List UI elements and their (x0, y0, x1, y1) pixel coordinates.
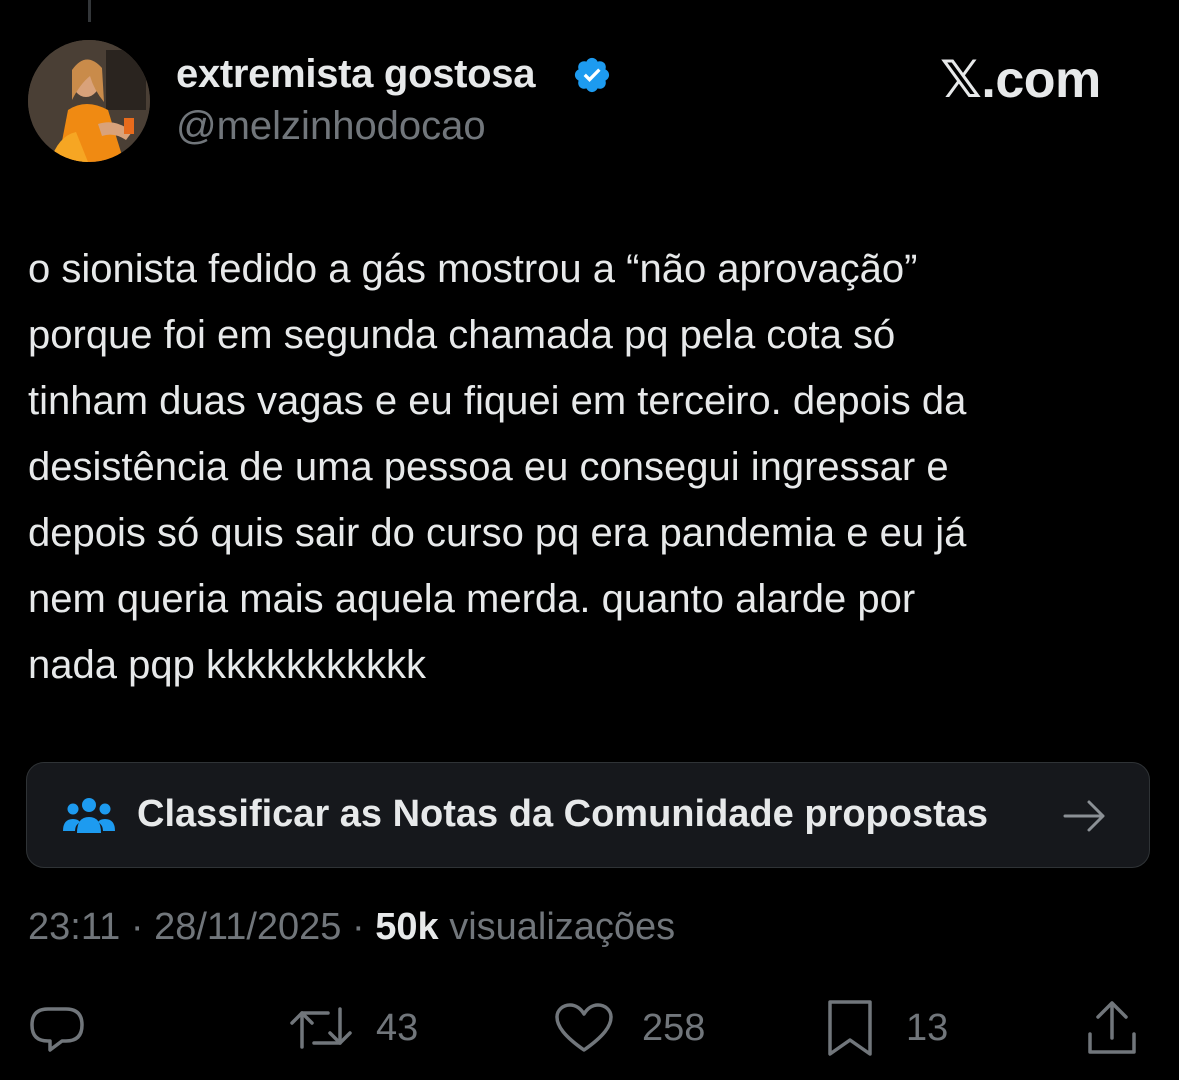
like-button[interactable]: 258 (554, 996, 705, 1060)
author-display-name[interactable]: extremista gostosa (176, 52, 536, 97)
community-notes-label: Classificar as Notas da Comunidade propo… (137, 793, 989, 835)
arrow-right-icon (1063, 800, 1105, 832)
post-actions-bar: 43 258 13 (0, 996, 1179, 1060)
repost-button[interactable]: 43 (288, 996, 418, 1060)
share-icon (1088, 1001, 1136, 1054)
reply-button[interactable] (28, 996, 86, 1060)
heart-icon (555, 1003, 613, 1052)
post-date[interactable]: 28/11/2025 (154, 906, 341, 948)
avatar[interactable] (28, 40, 150, 162)
post-time[interactable]: 23:11 (28, 906, 120, 948)
thread-connector-line (88, 0, 91, 22)
bookmark-icon (828, 1000, 872, 1056)
community-notes-button[interactable]: Classificar as Notas da Comunidade propo… (26, 762, 1150, 868)
like-count: 258 (642, 1006, 706, 1049)
repost-icon (290, 1007, 352, 1049)
share-button[interactable] (1086, 996, 1138, 1060)
repost-count: 43 (376, 1006, 419, 1049)
verified-badge-icon[interactable] (572, 55, 612, 95)
x-brand-watermark: 𝕏.com (940, 51, 1101, 109)
post-text: o sionista fedido a gás mostrou a “não a… (28, 247, 967, 687)
meta-separator: · (130, 906, 144, 948)
post-metadata: 23:11 · 28/11/2025 · 50k visualizações (28, 906, 675, 949)
people-icon (63, 798, 115, 833)
views-count: 50k (375, 906, 439, 948)
author-handle[interactable]: @melzinhodocao (176, 104, 486, 149)
avatar-image (28, 40, 150, 162)
views-label: visualizações (449, 906, 676, 948)
bookmark-button[interactable]: 13 (826, 996, 948, 1060)
meta-separator: · (352, 906, 365, 948)
reply-icon (30, 1007, 84, 1052)
bookmark-count: 13 (906, 1006, 949, 1049)
